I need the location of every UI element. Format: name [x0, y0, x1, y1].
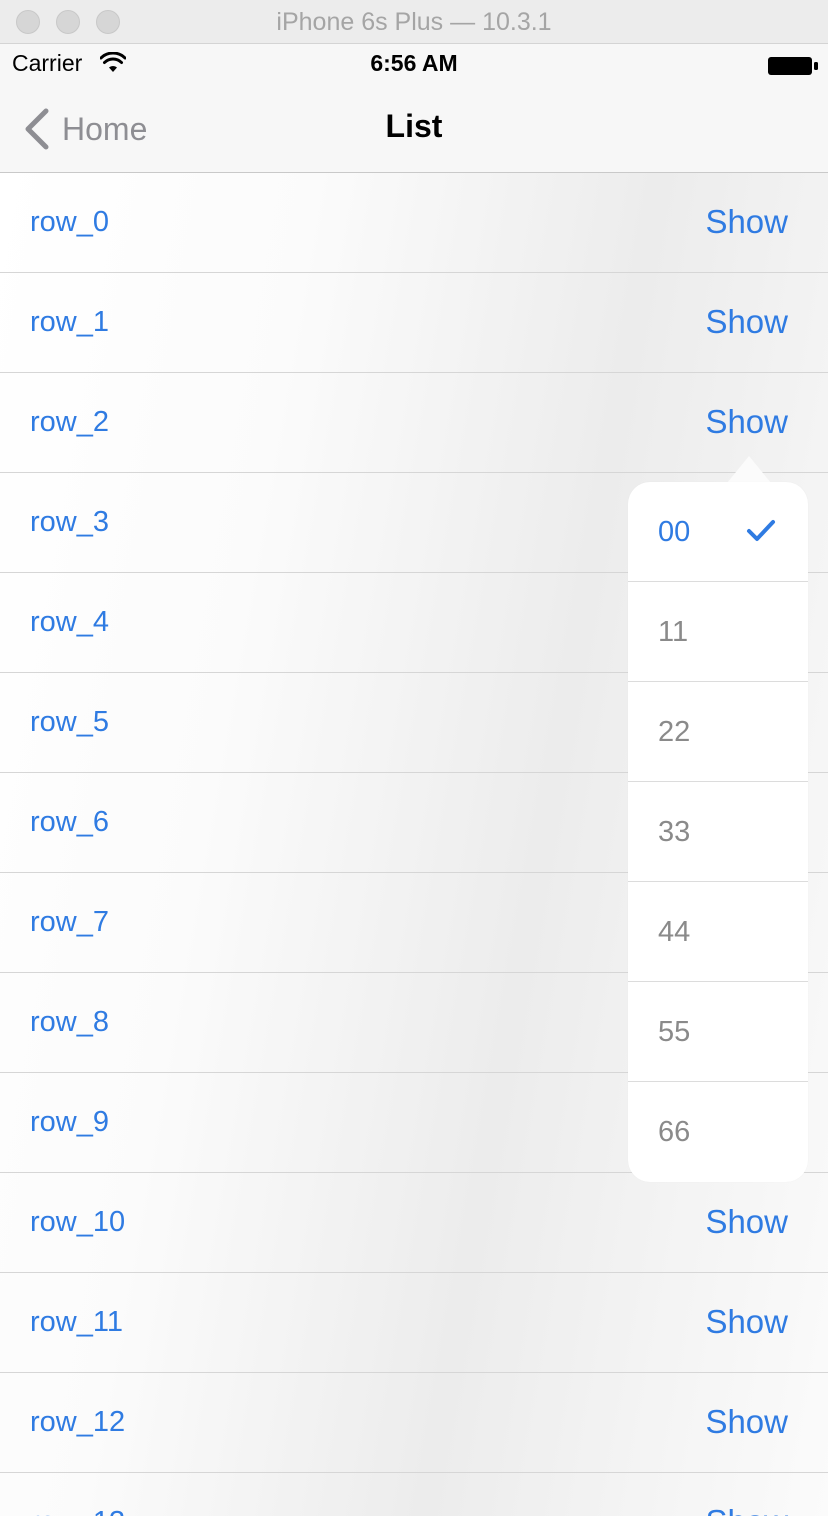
- battery-icon: [768, 57, 818, 75]
- popover-option[interactable]: 66: [628, 1082, 808, 1182]
- show-button[interactable]: Show: [705, 1273, 788, 1371]
- option-label: 55: [658, 1016, 691, 1048]
- navigation-bar: Home List: [0, 86, 828, 173]
- row-label: row_13: [30, 1473, 125, 1516]
- checkmark-icon: [747, 520, 775, 541]
- page-title: List: [385, 108, 443, 144]
- option-label: 44: [658, 916, 691, 948]
- show-button[interactable]: Show: [705, 173, 788, 271]
- row-label: row_9: [30, 1106, 109, 1138]
- popover-option[interactable]: 44: [628, 882, 808, 982]
- options-popover: 00 11 22 33 44 55 66: [628, 482, 808, 1182]
- show-button[interactable]: Show: [705, 273, 788, 371]
- show-button[interactable]: Show: [705, 1473, 788, 1516]
- table-row[interactable]: row_1 Show: [0, 273, 828, 373]
- option-label: 00: [658, 516, 691, 548]
- show-button[interactable]: Show: [705, 1173, 788, 1271]
- simulator-title-bar: iPhone 6s Plus — 10.3.1: [0, 0, 828, 44]
- status-bar: Carrier 6:56 AM: [0, 44, 828, 86]
- row-label: row_11: [30, 1306, 123, 1338]
- table-row[interactable]: row_10 Show: [0, 1173, 828, 1273]
- row-label: row_10: [30, 1206, 126, 1238]
- option-label: 33: [658, 816, 691, 848]
- row-label: row_2: [30, 406, 109, 438]
- row-label: row_1: [30, 306, 109, 338]
- table-row[interactable]: row_0 Show: [0, 173, 828, 273]
- table-row[interactable]: row_13 Show: [0, 1473, 828, 1516]
- table-row[interactable]: row_12 Show: [0, 1373, 828, 1473]
- option-label: 22: [658, 716, 691, 748]
- popover-arrow: [727, 456, 771, 483]
- row-label: row_0: [30, 206, 109, 238]
- table-row[interactable]: row_11 Show: [0, 1273, 828, 1373]
- popover-option[interactable]: 11: [628, 582, 808, 682]
- option-label: 11: [658, 616, 689, 648]
- show-button[interactable]: Show: [705, 1373, 788, 1471]
- window-title: iPhone 6s Plus — 10.3.1: [276, 8, 552, 36]
- option-label: 66: [658, 1116, 691, 1148]
- row-label: row_6: [30, 806, 109, 838]
- row-label: row_5: [30, 706, 109, 738]
- row-label: row_4: [30, 606, 109, 638]
- row-label: row_7: [30, 906, 109, 938]
- row-label: row_3: [30, 506, 109, 538]
- table-row[interactable]: row_2 Show: [0, 373, 828, 473]
- row-label: row_12: [30, 1406, 126, 1438]
- popover-option[interactable]: 33: [628, 782, 808, 882]
- popover-option[interactable]: 22: [628, 682, 808, 782]
- popover-option[interactable]: 00: [628, 482, 808, 582]
- popover-option[interactable]: 55: [628, 982, 808, 1082]
- row-label: row_8: [30, 1006, 109, 1038]
- status-time: 6:56 AM: [370, 50, 458, 76]
